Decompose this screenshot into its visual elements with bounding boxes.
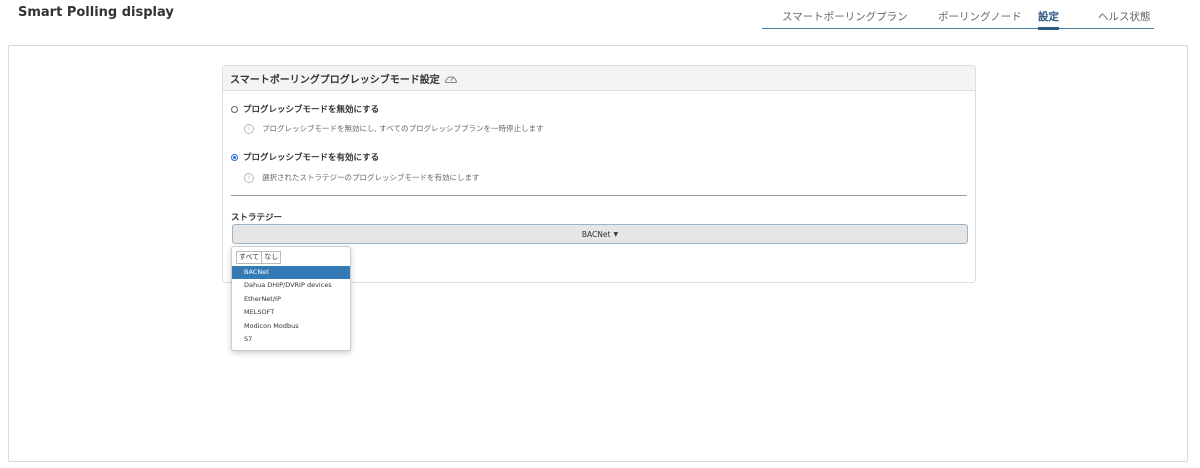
strategy-label: ストラテジー (231, 213, 283, 223)
menu-item-melsoft[interactable]: MELSOFT (232, 306, 350, 319)
radio-enable-progressive[interactable]: プログレッシブモードを有効にする (231, 151, 379, 163)
panel-title: スマートポーリングプログレッシブモード設定 (230, 74, 440, 86)
info-text: プログレッシブモードを無効にし, すべてのプログレッシブプランを一時停止します (262, 124, 544, 133)
select-buttons: すべて なし (236, 251, 282, 264)
caret-down-icon: ▼ (613, 230, 619, 238)
menu-item-s7[interactable]: S7 (232, 333, 350, 346)
info-icon: i (244, 123, 254, 134)
strategy-value: BACNet (581, 229, 611, 239)
info-disable: i プログレッシブモードを無効にし, すべてのプログレッシブプランを一時停止しま… (244, 123, 543, 134)
select-all-button[interactable]: すべて (236, 251, 263, 264)
menu-item-ethernet-ip[interactable]: EtherNet/IP (232, 293, 350, 306)
info-text: 選択されたストラテジーのプログレッシブモードを有効にします (262, 173, 480, 182)
app-title: Smart Polling display (18, 5, 174, 20)
menu-item-modicon-modbus[interactable]: Modicon Modbus (232, 320, 350, 333)
radio-button[interactable] (231, 105, 238, 113)
divider (231, 195, 967, 196)
tab-polling-node[interactable]: ポーリングノード (938, 9, 1022, 24)
radio-button[interactable] (231, 153, 238, 161)
tab-smart-polling-plan[interactable]: スマートポーリングプラン (782, 9, 908, 24)
strategy-dropdown[interactable]: BACNet ▼ (232, 224, 968, 244)
tab-health-status[interactable]: ヘルス状態 (1098, 9, 1151, 24)
info-enable: i 選択されたストラテジーのプログレッシブモードを有効にします (244, 172, 480, 183)
radio-label: プログレッシブモードを有効にする (243, 153, 380, 163)
strategy-dropdown-menu: すべて なし BACNet Dahua DHIP/DVRIP devices E… (231, 246, 351, 351)
menu-item-dahua[interactable]: Dahua DHIP/DVRIP devices (232, 279, 350, 292)
panel-header: スマートポーリングプログレッシブモード設定 (223, 66, 975, 91)
menu-item-bacnet[interactable]: BACNet (232, 266, 350, 279)
gauge-icon (444, 76, 457, 83)
radio-disable-progressive[interactable]: プログレッシブモードを無効にする (231, 103, 379, 115)
select-none-button[interactable]: なし (262, 251, 282, 264)
nav-tabs: スマートポーリングプラン ポーリングノード 設定 ヘルス状態 (762, 6, 1154, 30)
tab-settings[interactable]: 設定 (1038, 9, 1059, 30)
radio-label: プログレッシブモードを無効にする (243, 105, 380, 115)
info-icon: i (244, 172, 254, 183)
